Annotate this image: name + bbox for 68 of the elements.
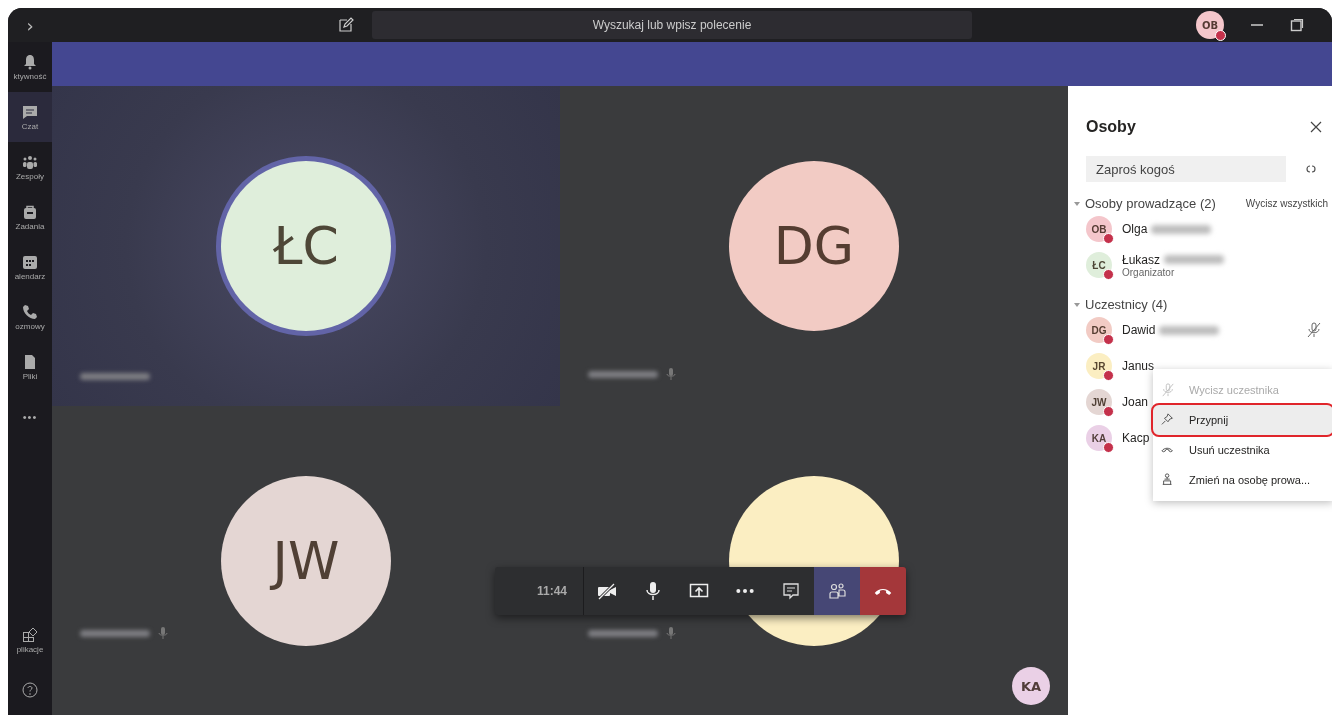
bell-icon [22, 53, 38, 70]
people-icon [827, 581, 847, 601]
presenter-icon [1161, 473, 1175, 487]
caret-icon[interactable] [1074, 200, 1080, 207]
help-icon [22, 682, 38, 698]
camera-off-icon [597, 581, 617, 601]
person-name[interactable]: Kacp [1122, 431, 1150, 445]
more-icon [736, 589, 754, 593]
avatar: OB [1196, 11, 1224, 39]
forward-button[interactable]: › [8, 14, 52, 36]
rail-item[interactable]: ktywność [8, 42, 52, 92]
rail-item[interactable]: ozmowy [8, 292, 52, 342]
close-icon[interactable] [1310, 121, 1322, 133]
menu-item[interactable]: Przypnij [1153, 405, 1332, 435]
pin-icon [1161, 413, 1175, 427]
maximize-icon[interactable] [1290, 18, 1304, 32]
section-title[interactable]: Osoby prowadzące (2) [1085, 196, 1216, 211]
status-dot [1103, 370, 1114, 381]
avatar: DG [1086, 317, 1112, 343]
phone-icon [22, 303, 38, 320]
bag-icon [22, 203, 38, 220]
avatar: JW [221, 475, 391, 646]
avatar: JR [1086, 353, 1112, 379]
avatar: JW [1086, 389, 1112, 415]
avatar: KA [1086, 425, 1112, 451]
calendar-icon [22, 253, 38, 270]
status-dot [1103, 269, 1114, 280]
rail-item[interactable]: Zadania [8, 192, 52, 242]
person-name[interactable]: Dawid [1122, 323, 1156, 337]
people-icon [22, 153, 38, 170]
person-name[interactable]: Joan [1122, 395, 1149, 409]
call-timer: 11:44 [495, 567, 584, 615]
avatar: ŁC [1086, 252, 1112, 278]
menu-item[interactable]: Zmień na osobę prowa... [1153, 465, 1332, 495]
search-field[interactable]: Wyszukaj lub wpisz polecenie [372, 11, 972, 39]
chat-icon [781, 581, 801, 601]
mute-all-link[interactable]: Wycisz wszystkich [1245, 198, 1328, 209]
rail-item[interactable]: alendarz [8, 242, 52, 292]
person-name[interactable]: Łukasz [1122, 252, 1161, 267]
panel-title: Osoby [1086, 118, 1136, 136]
rail-item[interactable]: Zespoły [8, 142, 52, 192]
person-role: Organizator [1122, 266, 1176, 278]
rail-item[interactable]: Pliki [8, 342, 52, 392]
muted-microphone-icon [1161, 383, 1175, 397]
more-button[interactable]: ••• [8, 392, 52, 442]
rail-item[interactable]: Czat [8, 92, 52, 142]
status-dot [1103, 233, 1114, 244]
status-dot [1103, 334, 1114, 345]
muted-microphone-icon[interactable] [1306, 322, 1322, 338]
caret-icon[interactable] [1074, 301, 1080, 308]
microphone-icon [643, 581, 663, 601]
status-dot [1103, 442, 1114, 453]
hang-up-icon [874, 587, 892, 595]
section-title[interactable]: Uczestnicy (4) [1085, 297, 1168, 312]
rail-item[interactable]: plikacje [8, 615, 52, 665]
chat-icon [22, 103, 38, 120]
menu-item[interactable]: Usuń uczestnika [1153, 435, 1332, 465]
invite-field[interactable]: Zaproś kogoś [1086, 156, 1286, 182]
person-name[interactable]: Olga [1122, 222, 1148, 236]
compose-icon[interactable] [338, 17, 354, 33]
avatar: DG [729, 161, 899, 331]
status-dot [1215, 30, 1226, 41]
person-name[interactable]: Janus [1122, 359, 1155, 373]
link-icon[interactable] [1304, 162, 1318, 176]
avatar: OB [1086, 216, 1112, 242]
apps-icon [22, 626, 38, 643]
file-icon [22, 353, 38, 370]
status-dot [1103, 406, 1114, 417]
